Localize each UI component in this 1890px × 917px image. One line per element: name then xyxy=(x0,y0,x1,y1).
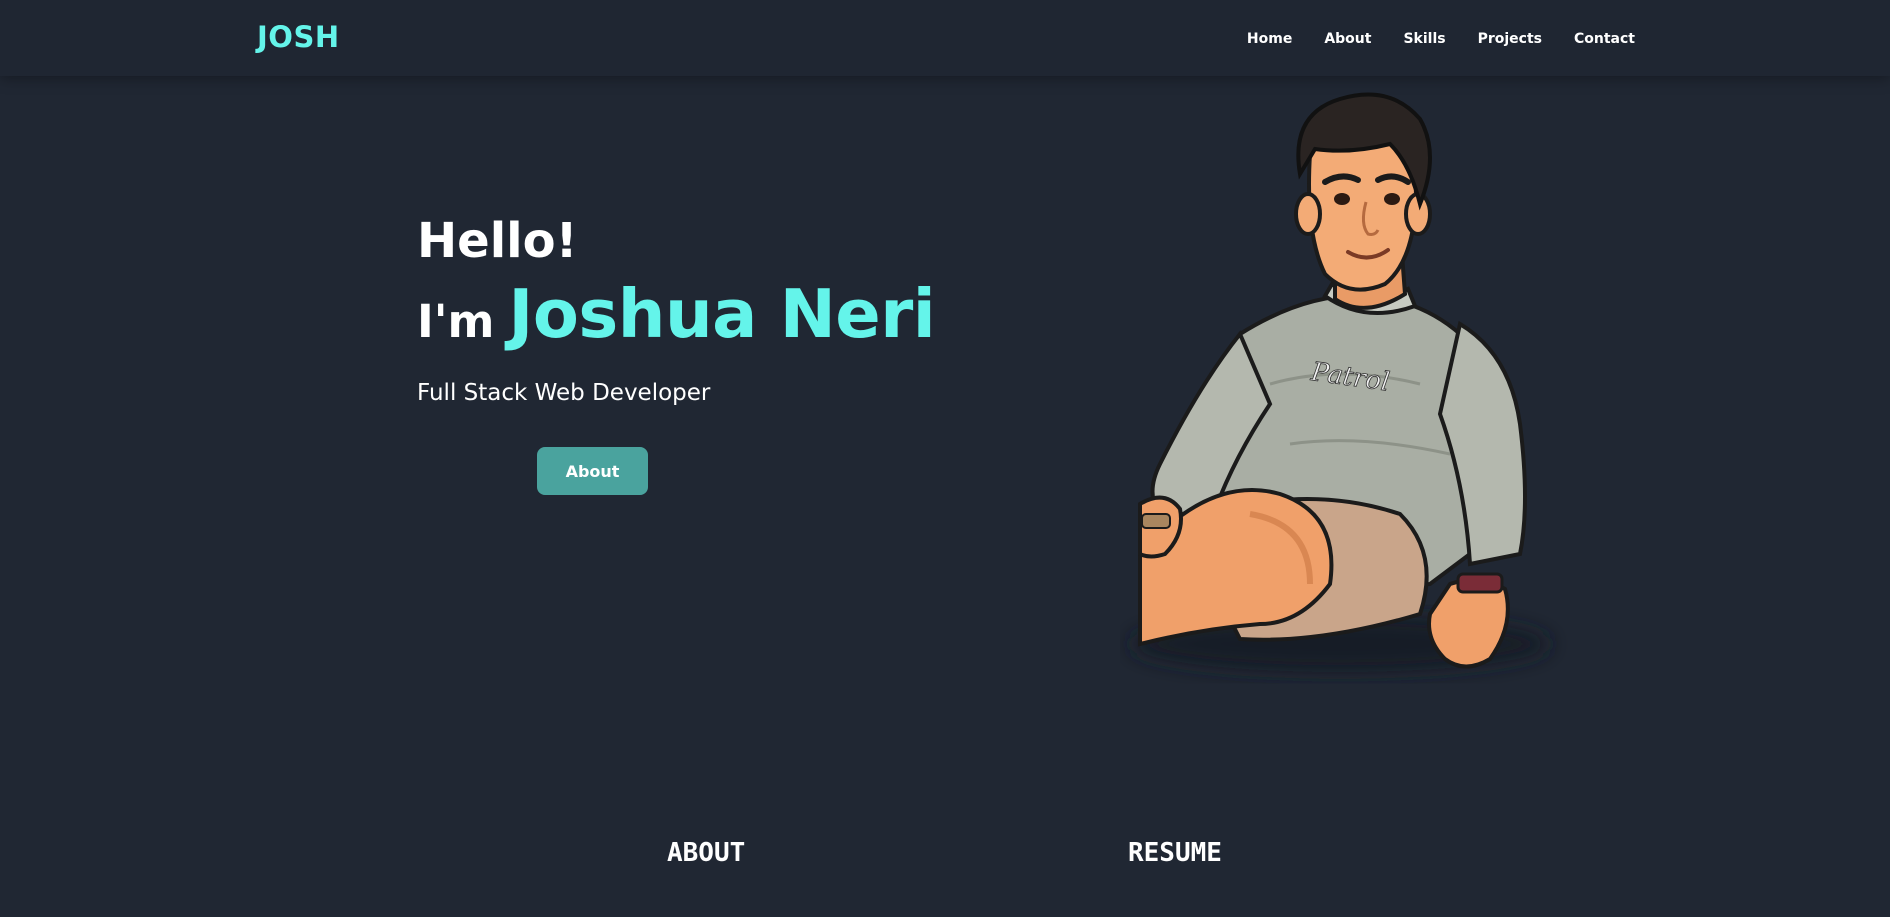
nav-link-skills[interactable]: Skills xyxy=(1403,31,1445,47)
hero-role: Full Stack Web Developer xyxy=(417,380,711,406)
brand-logo[interactable]: JOSH xyxy=(257,20,340,54)
portfolio-page: JOSH Home About Skills Projects Contact … xyxy=(0,0,1890,917)
nav-link-projects[interactable]: Projects xyxy=(1478,31,1542,47)
nav-link-home[interactable]: Home xyxy=(1247,31,1292,47)
nav-link-contact[interactable]: Contact xyxy=(1574,31,1635,47)
nav-link-about[interactable]: About xyxy=(1324,31,1371,47)
nav-links: Home About Skills Projects Contact xyxy=(1247,28,1635,47)
avatar-illustration: Patrol xyxy=(1120,84,1600,694)
resume-section-heading: RESUME xyxy=(1128,838,1222,868)
hero-intro-prefix: I'm xyxy=(417,295,495,348)
about-button[interactable]: About xyxy=(537,447,648,495)
hero-greeting: Hello! xyxy=(417,213,578,269)
about-section-heading: ABOUT xyxy=(667,838,746,868)
hero-name: Joshua Neri xyxy=(508,275,936,353)
hero-heading: Hello! I'm Joshua Neri xyxy=(417,212,936,353)
avatar-svg: Patrol xyxy=(1130,92,1550,672)
navbar: JOSH Home About Skills Projects Contact xyxy=(0,0,1890,76)
hero-intro-line: I'm Joshua Neri xyxy=(417,275,936,353)
